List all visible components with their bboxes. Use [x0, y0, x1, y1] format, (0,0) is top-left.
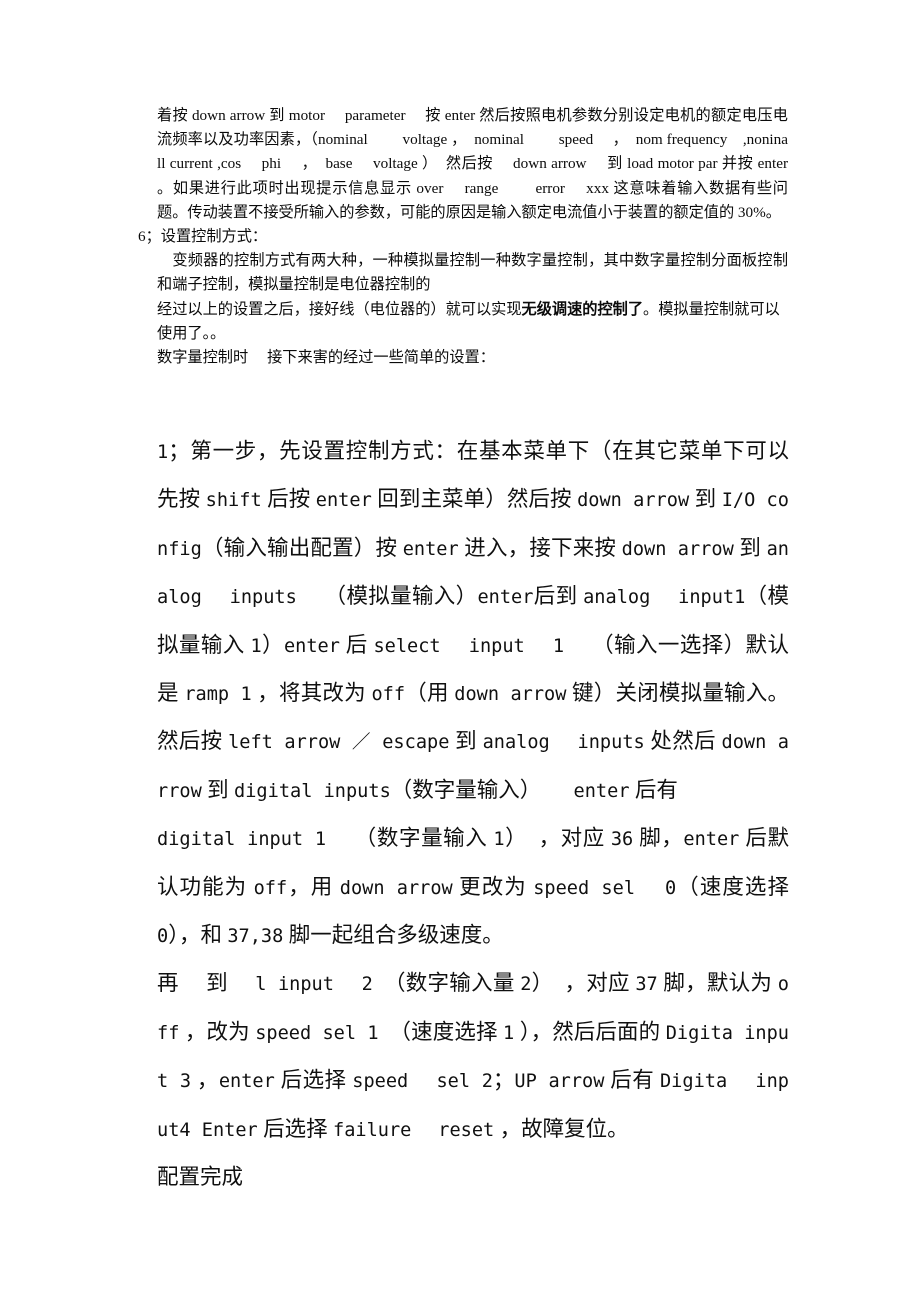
- latin-run: off: [253, 877, 288, 899]
- latin-run: analog: [482, 732, 550, 754]
- latin-run: reset: [438, 1119, 495, 1141]
- latin-run: 0: [665, 877, 677, 899]
- latin-run: 1: [493, 829, 505, 851]
- latin-run: shift: [205, 490, 262, 512]
- latin-run: input: [468, 635, 525, 657]
- text-before-bold: 经过以上的设置之后，接好线（电位器的）就可以实现: [157, 300, 522, 318]
- latin-run: ramp 1: [184, 684, 252, 706]
- latin-run: 0: [157, 926, 169, 948]
- latin-run: inputs: [229, 587, 297, 609]
- latin-run: UP arrow: [514, 1071, 605, 1093]
- latin-run: digital inputs: [234, 780, 391, 802]
- latin-run: failure: [333, 1119, 412, 1141]
- latin-run: enter: [315, 490, 372, 512]
- latin-run: enter: [573, 780, 630, 802]
- latin-run: Digita: [659, 1071, 728, 1093]
- latin-run: down arrow: [339, 877, 453, 899]
- latin-run: enter: [402, 538, 459, 560]
- latin-run: 37: [635, 974, 658, 996]
- paragraph-stepless-speed: 经过以上的设置之后，接好线（电位器的）就可以实现无级调速的控制了。模拟量控制就可…: [157, 298, 788, 346]
- latin-run: 1: [552, 635, 565, 657]
- latin-run: 1: [503, 1022, 515, 1044]
- paragraph-config-complete: 配置完成: [157, 1165, 244, 1190]
- latin-run: 1: [250, 635, 262, 657]
- latin-run: 36: [610, 829, 634, 851]
- latin-run: 2: [361, 974, 373, 996]
- latin-run: 37,38: [227, 926, 284, 948]
- document-page: 着按 down arrow 到 motor parameter 按 enter …: [0, 0, 920, 1302]
- paragraph-control-modes: 变频器的控制方式有两大种，一种模拟量控制一种数字量控制，其中数字量控制分面板控制…: [157, 252, 788, 294]
- latin-run: enter: [218, 1071, 275, 1093]
- latin-run: digital input 1: [157, 829, 327, 851]
- latin-run: select: [373, 635, 441, 657]
- paragraph-digital-input-1: digital input 1 （数字量输入 1） ，对应 36 脚，enter…: [157, 826, 795, 948]
- latin-run: 1: [157, 442, 169, 463]
- latin-run: down arrow: [621, 538, 734, 560]
- latin-run: off: [371, 684, 406, 706]
- latin-run: input1: [678, 587, 746, 609]
- latin-run: speed sel: [533, 877, 636, 899]
- paragraph-digital-input-2-4: 再 到 l input 2 （数字输入量 2） ，对应 37 脚，默认为 off…: [157, 971, 789, 1141]
- latin-run: analog: [583, 587, 651, 609]
- latin-run: speed sel 1: [255, 1022, 379, 1044]
- latin-run: l input: [255, 974, 334, 996]
- bold-stepless-speed-control: 无级调速的控制了: [521, 300, 644, 318]
- paragraph-step-1-io-config: 1；第一步，先设置控制方式：在基本菜单下（在其它菜单下可以先按 shift 后按…: [157, 439, 789, 802]
- lower-text-block: 1；第一步，先设置控制方式：在基本菜单下（在其它菜单下可以先按 shift 后按…: [157, 428, 789, 1202]
- latin-run: enter: [283, 635, 340, 657]
- latin-run: enter: [477, 587, 534, 609]
- latin-run: inputs: [577, 732, 645, 754]
- upper-text-block: 着按 down arrow 到 motor parameter 按 enter …: [138, 104, 788, 370]
- latin-run: down arrow: [577, 490, 690, 512]
- latin-run: down arrow: [454, 684, 567, 706]
- latin-run: enter: [683, 829, 740, 851]
- paragraph-digital-control-intro: 数字量控制时 接下来害的经过一些简单的设置：: [157, 349, 495, 367]
- latin-run: left arrow ／ escape: [228, 732, 450, 754]
- paragraph-section-6-heading: 6；设置控制方式：: [138, 228, 268, 246]
- paragraph-motor-parameter: 着按 down arrow 到 motor parameter 按 enter …: [157, 107, 807, 221]
- latin-run: speed: [352, 1071, 409, 1093]
- latin-run: 2: [520, 974, 532, 996]
- latin-run: sel 2: [436, 1071, 493, 1093]
